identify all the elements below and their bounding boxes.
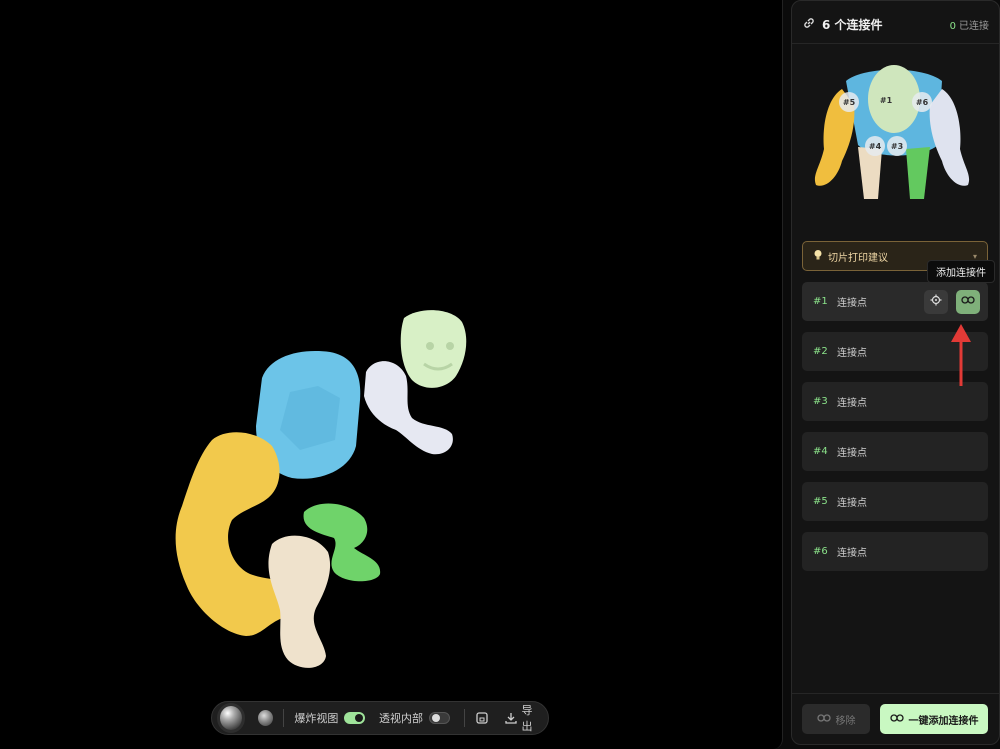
add-all-connectors-button[interactable]: 一键添加连接件	[880, 704, 988, 734]
connected-count: 0	[949, 20, 956, 32]
exploded-model[interactable]	[0, 0, 783, 749]
connector-row[interactable]: #1 连接点	[802, 282, 988, 321]
add-all-label: 一键添加连接件	[908, 715, 979, 727]
connector-label: 连接点	[837, 398, 867, 409]
export-button[interactable]: 导出	[504, 702, 542, 734]
connector-label: 连接点	[837, 348, 867, 359]
preview-pin-4[interactable]: #4	[865, 136, 885, 156]
remove-button[interactable]: 移除	[802, 704, 870, 734]
crosshair-icon	[930, 294, 942, 309]
connector-label: 连接点	[837, 448, 867, 459]
connector-row[interactable]: #4 连接点	[802, 432, 988, 471]
export-label: 导出	[521, 704, 533, 733]
3d-viewport[interactable]: 爆炸视图 透视内部 导出	[0, 0, 783, 749]
preview-pin-5[interactable]: #5	[839, 92, 859, 112]
link-icon	[889, 713, 904, 726]
xray-toggle[interactable]	[428, 712, 450, 724]
explode-view-label: 爆炸视图	[294, 712, 339, 725]
connector-index: #1	[813, 296, 828, 307]
part-head	[400, 310, 467, 388]
unlink-icon	[816, 713, 831, 726]
add-connector-button[interactable]	[956, 289, 980, 314]
connector-label: 连接点	[837, 298, 867, 309]
explode-view-toggle[interactable]	[344, 712, 365, 724]
preview-pin-1[interactable]: #1	[876, 90, 896, 110]
preview-pin-6[interactable]: #6	[912, 92, 932, 112]
preview-pin-3[interactable]: #3	[887, 136, 907, 156]
xray-label: 透视内部	[378, 712, 423, 725]
callout-arrow	[951, 324, 971, 386]
solid-shading-button[interactable]	[220, 706, 243, 730]
model-preview: #1 #5 #6 #4 #3	[802, 49, 992, 211]
connector-index: #4	[813, 446, 828, 457]
header-divider	[792, 43, 999, 44]
connector-row[interactable]: #5 连接点	[802, 482, 988, 521]
connected-status: 0 已连接	[950, 17, 989, 32]
save-icon[interactable]	[475, 710, 490, 726]
toolbar-divider	[463, 709, 465, 727]
suggestion-label: 切片打印建议	[828, 252, 888, 264]
connector-label: 连接点	[837, 498, 867, 509]
add-connector-tooltip: 添加连接件	[927, 260, 995, 283]
lightbulb-icon	[813, 249, 823, 264]
panel-title: 6 个连接件	[822, 17, 883, 32]
part-leg-left	[268, 535, 331, 668]
toolbar-divider	[283, 709, 285, 727]
matte-shading-button[interactable]	[258, 710, 274, 726]
connector-index: #3	[813, 396, 828, 407]
connector-index: #5	[813, 496, 828, 507]
connected-label: 已连接	[959, 20, 989, 32]
connector-row[interactable]: #6 连接点	[802, 532, 988, 571]
connector-index: #2	[813, 346, 828, 357]
view-toolbar: 爆炸视图 透视内部 导出	[211, 701, 549, 735]
download-icon	[504, 710, 519, 726]
footer-divider	[792, 693, 999, 694]
remove-label: 移除	[835, 715, 856, 727]
link-icon	[961, 295, 975, 308]
locate-button[interactable]	[924, 289, 948, 314]
connector-label: 连接点	[837, 548, 867, 559]
link-icon	[802, 16, 816, 33]
panel-header: 6 个连接件 0 已连接	[802, 14, 989, 34]
connector-index: #6	[813, 546, 828, 557]
